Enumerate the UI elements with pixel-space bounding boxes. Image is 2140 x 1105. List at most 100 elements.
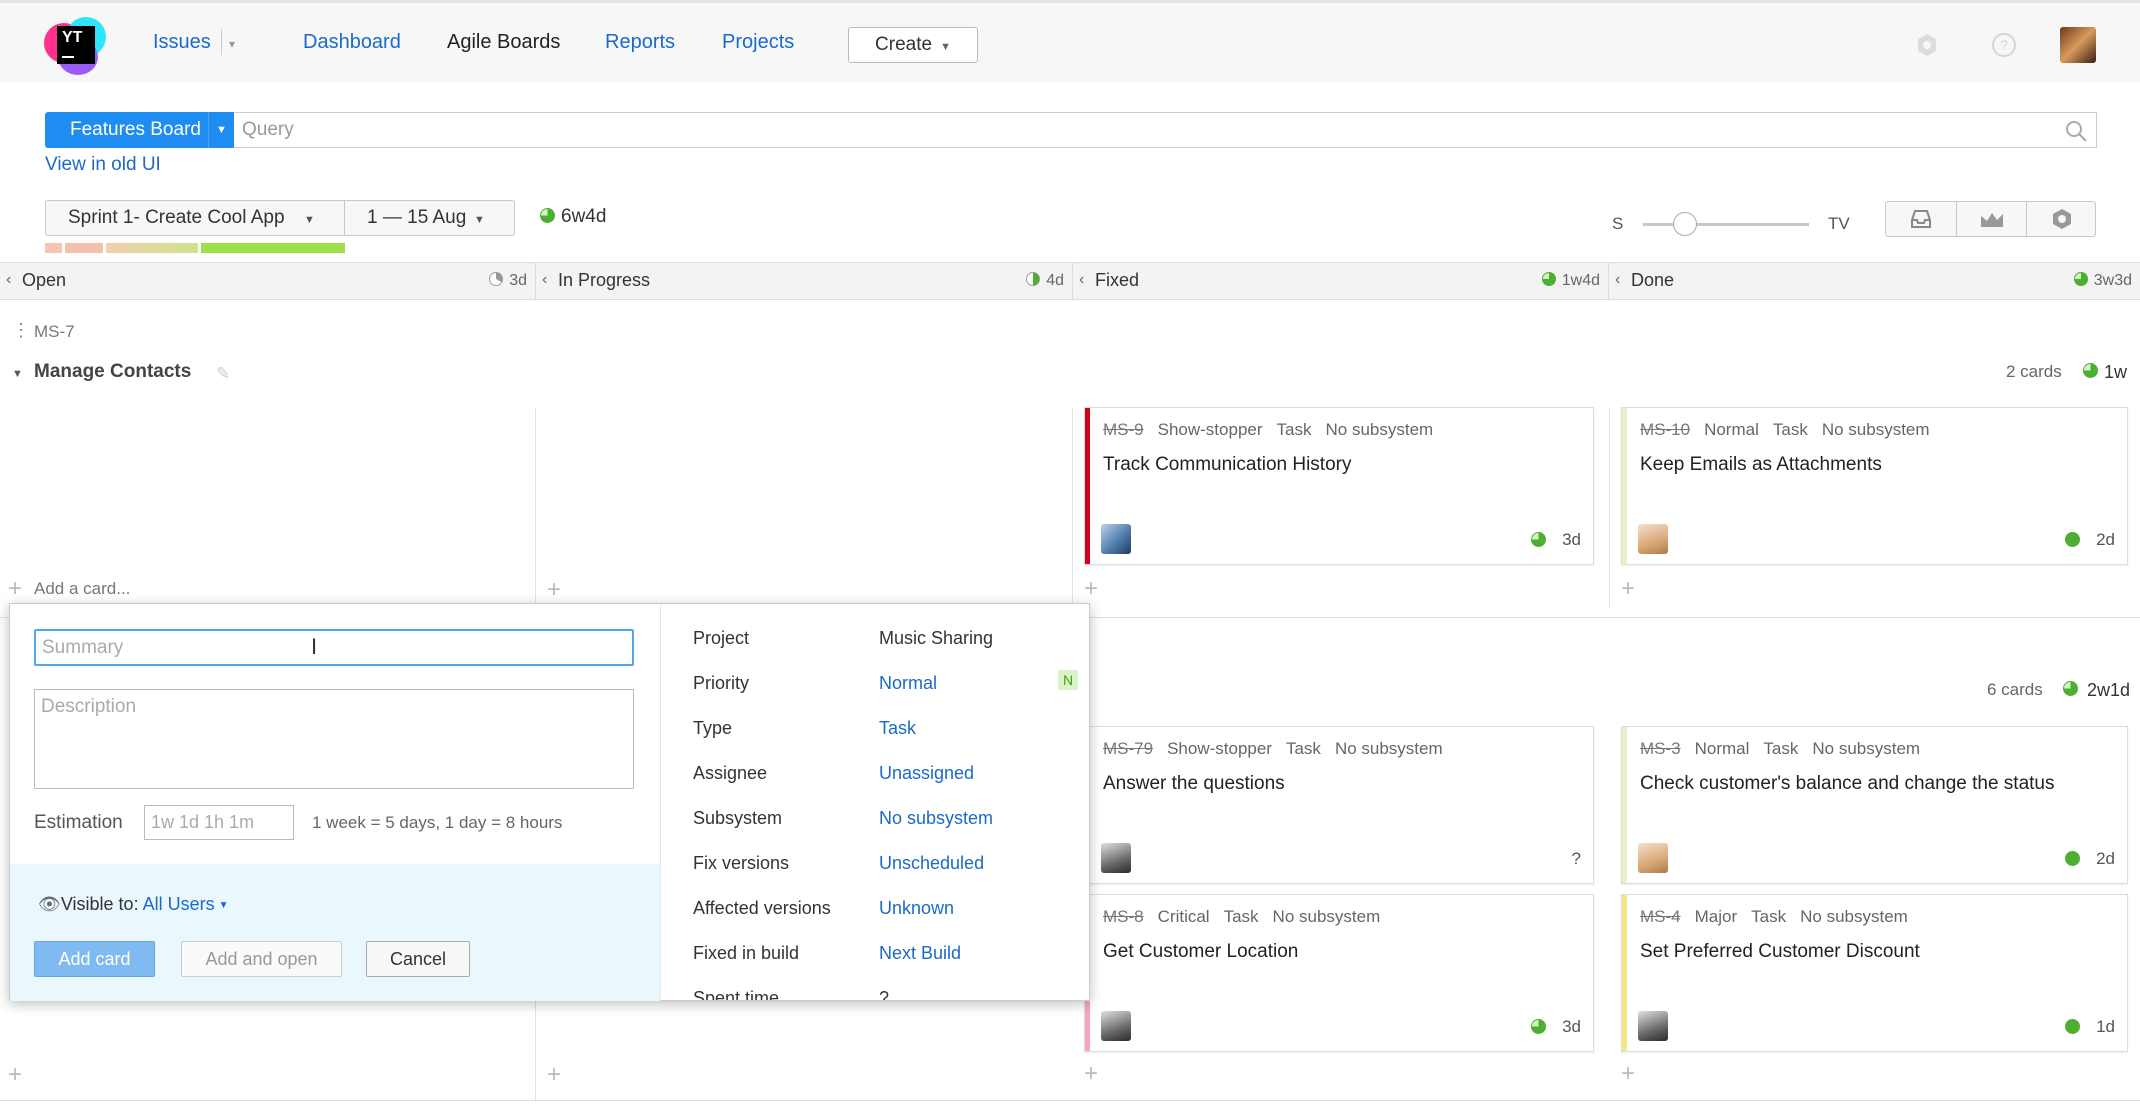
card-type[interactable]: Task bbox=[1277, 420, 1312, 439]
card-title[interactable]: Check customer's balance and change the … bbox=[1640, 773, 2054, 795]
backlog-button[interactable] bbox=[1886, 202, 1956, 236]
chevron-left-icon[interactable]: ‹ bbox=[6, 271, 11, 289]
add-icon[interactable]: + bbox=[8, 577, 22, 601]
field-value[interactable]: Unscheduled bbox=[879, 853, 984, 873]
add-icon[interactable]: + bbox=[8, 1063, 22, 1087]
card-type[interactable]: Task bbox=[1224, 907, 1259, 926]
chevron-left-icon[interactable]: ‹ bbox=[1615, 271, 1620, 289]
chevron-down-icon[interactable]: ▼ bbox=[219, 900, 229, 911]
board-settings-button[interactable] bbox=[2026, 202, 2096, 236]
add-icon[interactable]: + bbox=[1621, 577, 1635, 601]
card-size-slider-handle[interactable] bbox=[1673, 212, 1697, 236]
search-input[interactable]: Query bbox=[234, 112, 2097, 148]
card-subsystem[interactable]: No subsystem bbox=[1822, 420, 1930, 439]
card-title[interactable]: Get Customer Location bbox=[1103, 941, 1298, 963]
swimlane-title[interactable]: Manage Contacts bbox=[34, 361, 191, 383]
card-title[interactable]: Track Communication History bbox=[1103, 454, 1351, 476]
swimlane-issue-id[interactable]: MS-7 bbox=[34, 322, 75, 342]
youtrack-logo[interactable]: YT bbox=[44, 17, 106, 75]
card-id[interactable]: MS-9 bbox=[1103, 420, 1144, 439]
card-subsystem[interactable]: No subsystem bbox=[1800, 907, 1908, 926]
issues-dropdown-icon[interactable]: ▾ bbox=[229, 37, 235, 51]
card-title[interactable]: Set Preferred Customer Discount bbox=[1640, 941, 1920, 963]
edit-pencil-icon[interactable]: ✎ bbox=[216, 364, 230, 384]
column-header-in-progress[interactable]: ‹ In Progress 4d bbox=[536, 263, 1073, 299]
card-priority[interactable]: Show-stopper bbox=[1167, 739, 1272, 758]
card-priority[interactable]: Critical bbox=[1158, 907, 1210, 926]
field-value[interactable]: ? bbox=[879, 988, 889, 1000]
chevron-left-icon[interactable]: ‹ bbox=[542, 271, 547, 289]
add-icon[interactable]: + bbox=[547, 578, 561, 602]
charts-button[interactable] bbox=[1956, 202, 2026, 236]
view-old-ui-link[interactable]: View in old UI bbox=[45, 154, 161, 176]
card-id[interactable]: MS-8 bbox=[1103, 907, 1144, 926]
user-avatar[interactable] bbox=[2060, 27, 2096, 63]
create-button[interactable]: Create ▼ bbox=[848, 27, 978, 63]
add-icon[interactable]: + bbox=[1621, 1062, 1635, 1086]
card-id[interactable]: MS-3 bbox=[1640, 739, 1681, 758]
field-value[interactable]: No subsystem bbox=[879, 808, 993, 828]
card-type[interactable]: Task bbox=[1763, 739, 1798, 758]
field-value[interactable]: Next Build bbox=[879, 943, 961, 963]
sprint-dates-selector[interactable]: 1 — 15 Aug ▼ bbox=[344, 200, 515, 236]
help-icon[interactable]: ? bbox=[1990, 31, 2018, 59]
add-icon[interactable]: + bbox=[1084, 577, 1098, 601]
assignee-avatar[interactable] bbox=[1101, 843, 1131, 873]
issue-card[interactable]: MS-79 Show-stopper Task No subsystem Answer… bbox=[1084, 726, 1594, 884]
issue-card[interactable]: MS-4 Major Task No subsystem Set Preferred … bbox=[1621, 894, 2128, 1052]
add-icon[interactable]: + bbox=[1084, 1062, 1098, 1086]
nav-projects[interactable]: Projects bbox=[722, 31, 794, 54]
visible-to-dropdown[interactable]: All Users bbox=[143, 894, 215, 914]
collapse-caret-icon[interactable]: ▼ bbox=[12, 368, 23, 380]
card-subsystem[interactable]: No subsystem bbox=[1812, 739, 1920, 758]
field-value[interactable]: Normal bbox=[879, 673, 937, 693]
card-type[interactable]: Task bbox=[1286, 739, 1321, 758]
sprint-selector[interactable]: Sprint 1- Create Cool App ▼ bbox=[45, 200, 345, 236]
nav-issues[interactable]: Issues bbox=[153, 31, 211, 54]
settings-icon[interactable] bbox=[1913, 31, 1941, 59]
estimation-input[interactable]: 1w 1d 1h 1m bbox=[144, 805, 294, 840]
search-icon[interactable] bbox=[2063, 118, 2089, 144]
card-subsystem[interactable]: No subsystem bbox=[1325, 420, 1433, 439]
assignee-avatar[interactable] bbox=[1638, 1011, 1668, 1041]
field-value[interactable]: Task bbox=[879, 718, 916, 738]
cancel-button[interactable]: Cancel bbox=[366, 941, 470, 977]
card-subsystem[interactable]: No subsystem bbox=[1273, 907, 1381, 926]
card-type[interactable]: Task bbox=[1751, 907, 1786, 926]
column-header-open[interactable]: ‹ Open 3d bbox=[0, 263, 536, 299]
card-id[interactable]: MS-79 bbox=[1103, 739, 1153, 758]
card-id[interactable]: MS-4 bbox=[1640, 907, 1681, 926]
card-priority[interactable]: Normal bbox=[1704, 420, 1759, 439]
nav-agile-boards[interactable]: Agile Boards bbox=[447, 31, 560, 54]
summary-input[interactable]: Summary bbox=[34, 629, 634, 666]
card-id[interactable]: MS-10 bbox=[1640, 420, 1690, 439]
card-subsystem[interactable]: No subsystem bbox=[1335, 739, 1443, 758]
card-title[interactable]: Keep Emails as Attachments bbox=[1640, 454, 1882, 476]
nav-reports[interactable]: Reports bbox=[605, 31, 675, 54]
assignee-avatar[interactable] bbox=[1101, 524, 1131, 554]
add-and-open-button[interactable]: Add and open bbox=[181, 941, 342, 977]
add-icon[interactable]: + bbox=[547, 1063, 561, 1087]
card-priority[interactable]: Show-stopper bbox=[1158, 420, 1263, 439]
card-priority[interactable]: Normal bbox=[1695, 739, 1750, 758]
nav-dashboard[interactable]: Dashboard bbox=[303, 31, 401, 54]
assignee-avatar[interactable] bbox=[1101, 1011, 1131, 1041]
chevron-left-icon[interactable]: ‹ bbox=[1079, 271, 1084, 289]
card-title[interactable]: Answer the questions bbox=[1103, 773, 1285, 795]
card-size-slider[interactable] bbox=[1643, 223, 1809, 226]
board-selector-button[interactable]: Features Board ▼ bbox=[45, 112, 234, 148]
issue-card[interactable]: MS-8 Critical Task No subsystem Get Custome… bbox=[1084, 894, 1594, 1052]
issue-card[interactable]: MS-3 Normal Task No subsystem Check custome… bbox=[1621, 726, 2128, 884]
issue-card[interactable]: MS-10 Normal Task No subsystem Keep Emails … bbox=[1621, 407, 2128, 565]
description-input[interactable]: Description bbox=[34, 689, 634, 789]
assignee-avatar[interactable] bbox=[1638, 843, 1668, 873]
card-priority[interactable]: Major bbox=[1695, 907, 1738, 926]
assignee-avatar[interactable] bbox=[1638, 524, 1668, 554]
add-card-link[interactable]: Add a card... bbox=[34, 579, 130, 599]
column-header-done[interactable]: ‹ Done 3w3d bbox=[1609, 263, 2140, 299]
add-card-button[interactable]: Add card bbox=[34, 941, 155, 977]
field-value[interactable]: Unknown bbox=[879, 898, 954, 918]
column-header-fixed[interactable]: ‹ Fixed 1w4d bbox=[1073, 263, 1609, 299]
swimlane-menu-icon[interactable]: ⋮ bbox=[12, 320, 30, 341]
field-value[interactable]: Unassigned bbox=[879, 763, 974, 783]
